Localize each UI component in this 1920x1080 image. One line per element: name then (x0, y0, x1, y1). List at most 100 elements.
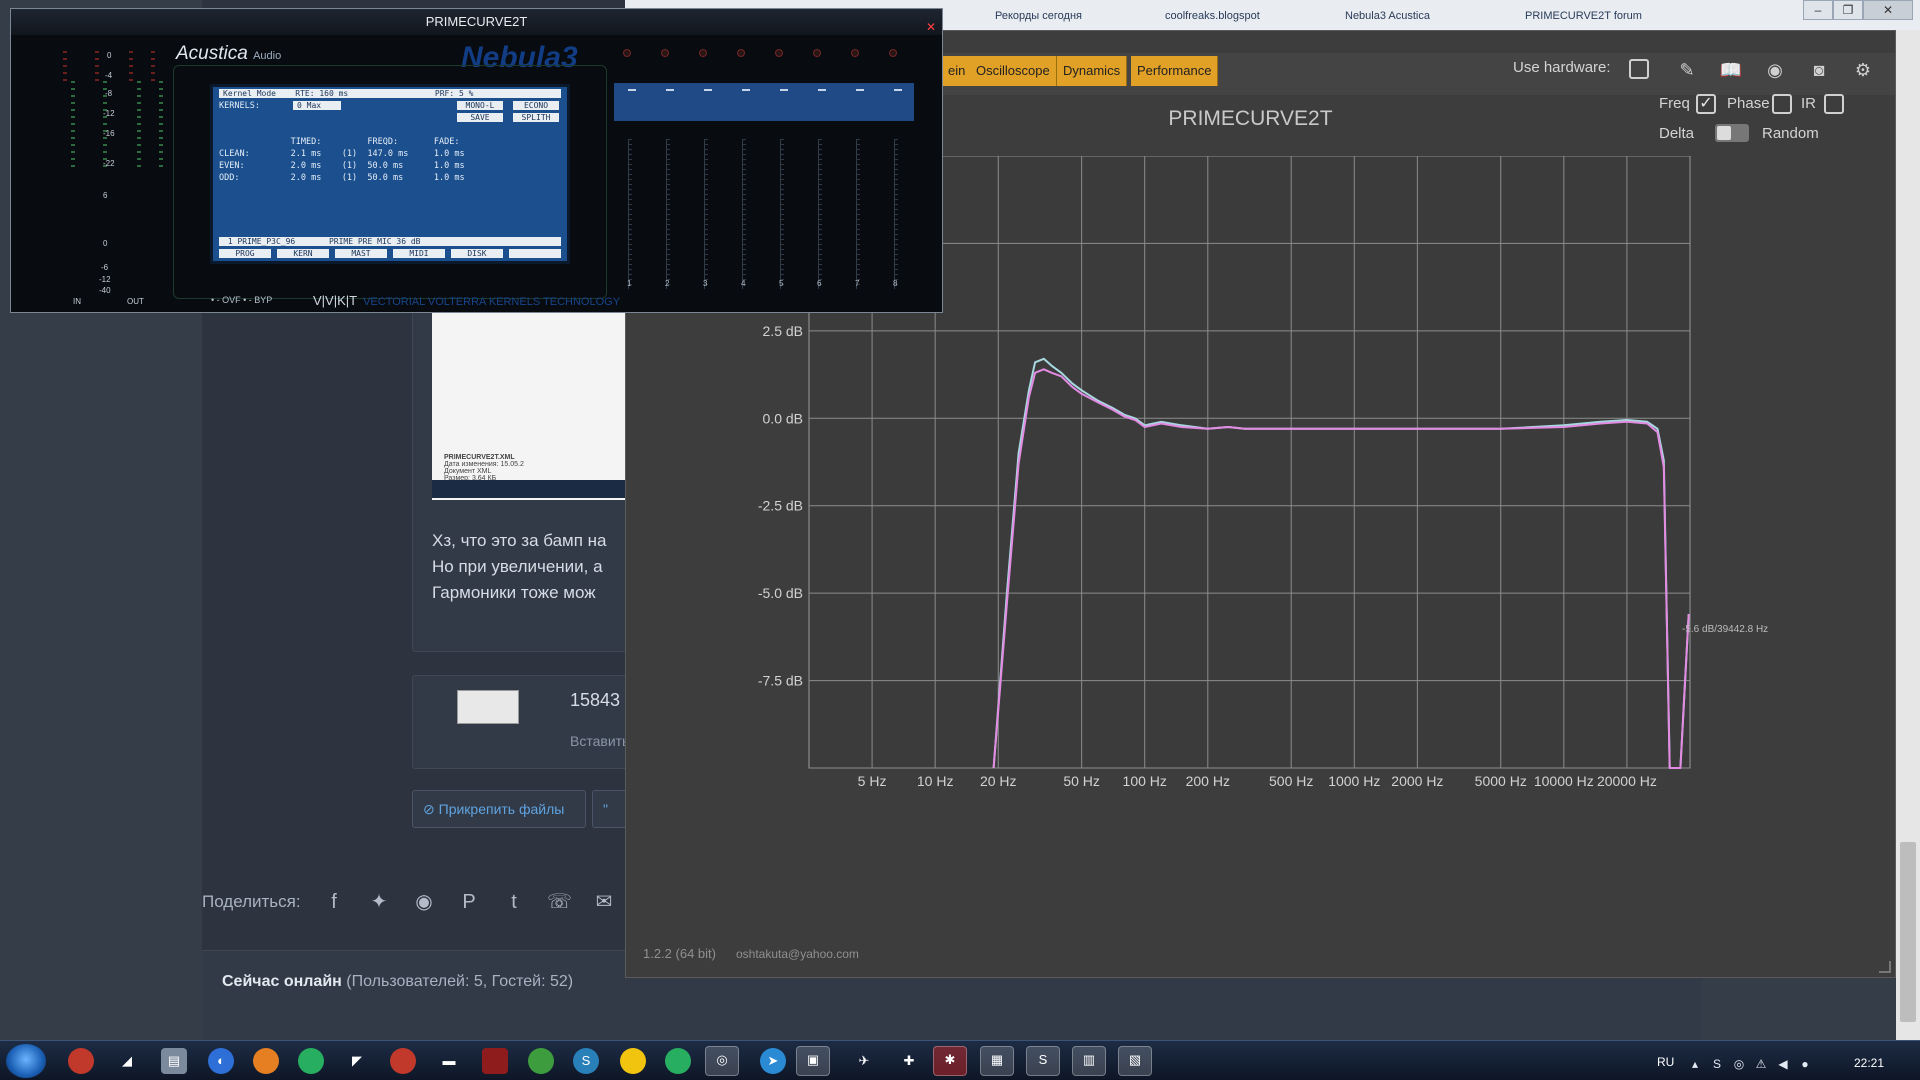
tray-icon[interactable]: ● (1797, 1056, 1813, 1072)
menu-midi[interactable]: MIDI (393, 249, 445, 258)
tab-dynamics[interactable]: Dynamics (1057, 56, 1128, 86)
tumblr-icon[interactable]: t (502, 890, 526, 914)
menu-empty[interactable] (509, 249, 561, 258)
red-knob[interactable] (813, 49, 821, 57)
attachment-id[interactable]: 15843 (570, 690, 620, 711)
param-odd[interactable]: ODD: 2.0 ms (1) 50.0 ms 1.0 ms (219, 173, 465, 183)
app-icon[interactable] (390, 1048, 416, 1074)
red-knob[interactable] (851, 49, 859, 57)
skype-tray-icon[interactable]: S (1709, 1056, 1725, 1072)
split-button[interactable]: SPLITH (513, 113, 559, 122)
app-icon[interactable]: ▦ (980, 1046, 1014, 1076)
fader[interactable] (894, 139, 898, 289)
param-even[interactable]: EVEN: 2.0 ms (1) 50.0 ms 1.0 ms (219, 161, 465, 171)
network-icon[interactable]: ⚠ (1753, 1056, 1769, 1072)
mono-button[interactable]: MONO-L (457, 101, 503, 110)
gamepad-icon[interactable]: ✚ (896, 1048, 922, 1074)
tab-oscilloscope[interactable]: Oscilloscope (970, 56, 1057, 86)
fader[interactable] (666, 139, 670, 289)
save-button[interactable]: SAVE (457, 113, 503, 122)
resize-grip[interactable] (1879, 961, 1891, 973)
fader[interactable] (742, 139, 746, 289)
kernels-value[interactable]: 0 Max (293, 101, 341, 110)
gear-icon[interactable]: ⚙ (1851, 58, 1875, 82)
app-icon[interactable] (298, 1048, 324, 1074)
app-icon[interactable] (482, 1048, 508, 1074)
reddit-icon[interactable]: ◉ (412, 890, 436, 914)
nebula-lcd-screen[interactable]: Kernel Mode RTE: 160 ms PRF: 5 % KERNELS… (210, 84, 570, 264)
app-icon[interactable]: ◢ (114, 1048, 140, 1074)
email-icon[interactable]: ✉ (592, 890, 616, 914)
record-icon[interactable] (68, 1048, 94, 1074)
explorer-icon[interactable]: ▥ (1072, 1046, 1106, 1076)
menu-prog[interactable]: PROG (219, 249, 271, 258)
attachment-thumbnail[interactable] (457, 690, 519, 724)
app-icon[interactable]: ✈ (851, 1048, 877, 1074)
tray-arrow-icon[interactable]: ▴ (1687, 1056, 1703, 1072)
program-bar[interactable]: 1 PRIME_P3C_96 PRIME PRE MIC 36 dB (219, 237, 561, 246)
red-knob[interactable] (699, 49, 707, 57)
tab-gain[interactable]: ein (942, 56, 973, 86)
start-button[interactable] (6, 1044, 46, 1078)
econo-button[interactable]: ECONO (513, 101, 559, 110)
nebula-title-bar[interactable]: PRIMECURVE2T ✕ (11, 9, 942, 35)
app-icon[interactable]: ▧ (1118, 1046, 1152, 1076)
tab-performance[interactable]: Performance (1131, 56, 1219, 86)
browser-tab[interactable]: PRIMECURVE2T forum (1525, 4, 1675, 28)
telegram-icon[interactable]: ➤ (760, 1048, 786, 1074)
scrollbar-thumb[interactable] (1900, 842, 1916, 1022)
browser-tab[interactable]: Рекорды сегодня (995, 4, 1145, 28)
red-knob[interactable] (737, 49, 745, 57)
app-icon[interactable]: ▬ (436, 1048, 462, 1074)
red-knob[interactable] (623, 49, 631, 57)
clock[interactable]: 22:21 (1854, 1056, 1884, 1070)
facebook-icon[interactable]: f (322, 890, 346, 914)
menu-mast[interactable]: MAST (335, 249, 387, 258)
fader[interactable] (780, 139, 784, 289)
volume-icon[interactable]: ◀ (1775, 1056, 1791, 1072)
close-button[interactable]: ✕ (1863, 0, 1913, 20)
red-knob[interactable] (661, 49, 669, 57)
app-icon[interactable] (528, 1048, 554, 1074)
language-indicator[interactable]: RU (1657, 1055, 1674, 1069)
skype-icon[interactable]: S (573, 1048, 599, 1074)
nvidia-icon[interactable]: ◤ (344, 1048, 370, 1074)
menu-kern[interactable]: KERN (277, 249, 329, 258)
pinterest-icon[interactable]: P (457, 890, 481, 914)
book-icon[interactable]: 📖 (1719, 58, 1743, 82)
attach-files-button[interactable]: ⊘ Прикрепить файлы (412, 790, 586, 828)
notes-icon[interactable]: ✎ (1675, 58, 1699, 82)
attachment-insert-link[interactable]: Вставить (570, 733, 629, 749)
eye-icon[interactable]: ◉ (1763, 58, 1787, 82)
use-hardware-checkbox[interactable] (1629, 59, 1649, 79)
tray-icon[interactable]: ◎ (1731, 1056, 1747, 1072)
menu-disk[interactable]: DISK (451, 249, 503, 258)
browser-tab[interactable]: Nebula3 Acustica (1345, 4, 1495, 28)
files-icon[interactable]: ▤ (161, 1048, 187, 1074)
phase-checkbox[interactable] (1772, 94, 1792, 114)
skype-icon[interactable]: S (1026, 1046, 1060, 1076)
camera-icon[interactable]: ◙ (1807, 58, 1831, 82)
app-icon[interactable] (665, 1048, 691, 1074)
fader[interactable] (628, 139, 632, 289)
fader[interactable] (704, 139, 708, 289)
app-icon[interactable] (253, 1048, 279, 1074)
app-icon[interactable]: ◐ (208, 1048, 234, 1074)
red-knob[interactable] (775, 49, 783, 57)
delta-random-toggle[interactable] (1715, 124, 1749, 142)
app-icon[interactable]: ✱ (933, 1046, 967, 1076)
param-clean[interactable]: CLEAN: 2.1 ms (1) 147.0 ms 1.0 ms (219, 149, 465, 159)
whatsapp-icon[interactable]: ☏ (547, 890, 572, 914)
browser-tab[interactable]: coolfreaks.blogspot (1165, 4, 1315, 28)
app-icon[interactable] (620, 1048, 646, 1074)
ir-checkbox[interactable] (1824, 94, 1844, 114)
freq-checkbox[interactable]: ✓ (1696, 94, 1716, 114)
fader[interactable] (818, 139, 822, 289)
app-icon[interactable]: ▣ (796, 1046, 830, 1076)
red-knob[interactable] (889, 49, 897, 57)
chrome-icon[interactable]: ◎ (705, 1046, 739, 1076)
twitter-icon[interactable]: ✦ (367, 890, 391, 914)
maximize-button[interactable]: ❐ (1833, 0, 1863, 20)
fader[interactable] (856, 139, 860, 289)
minimize-button[interactable]: – (1803, 0, 1833, 20)
